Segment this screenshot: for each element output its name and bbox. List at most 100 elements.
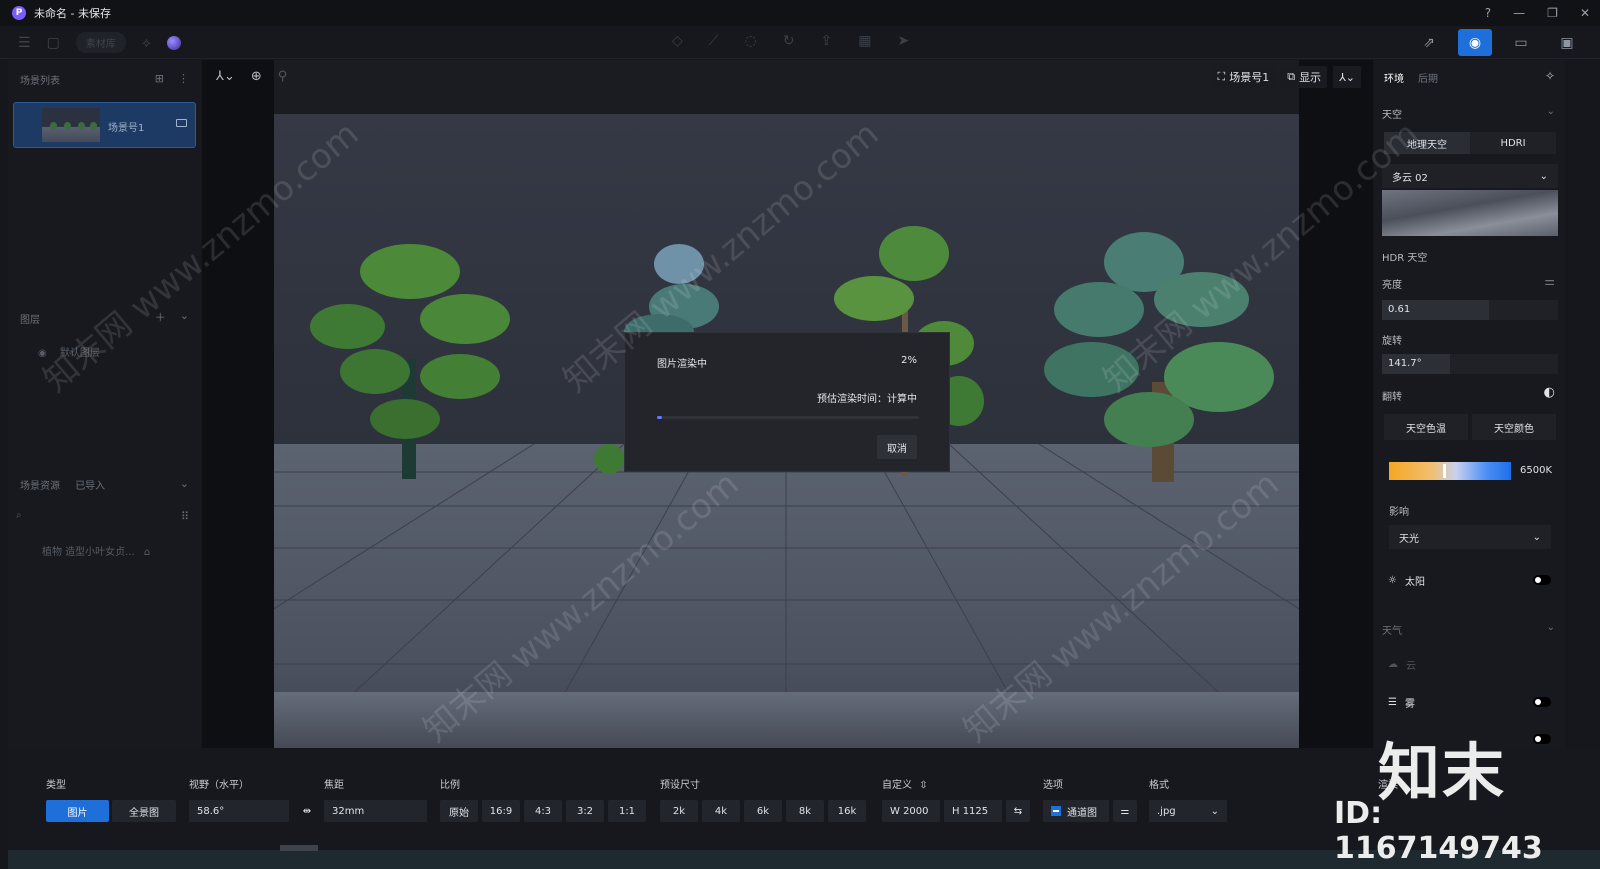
dialog-title: 图片渲染中 [657,359,707,370]
custom-size-text: 自定义 [882,780,912,791]
window-title: 未命名 - 未保存 [34,7,111,20]
rotate-icon[interactable]: ↻ [783,33,795,49]
pin-icon[interactable]: ◇ [672,33,683,49]
weather-extra-toggle[interactable] [1533,734,1551,744]
contrast-icon[interactable]: ◐ [1544,385,1555,400]
help-icon[interactable]: ? [1485,6,1491,20]
options-settings-icon[interactable]: ⚌ [1113,800,1137,822]
snap-icon[interactable]: ⟡ [142,35,151,51]
lasso-icon[interactable]: ◌ [745,33,757,49]
axis-icon[interactable]: ⅄⌄ [216,69,235,84]
export-icon[interactable]: ⇗ [1412,29,1446,56]
file-icon[interactable]: ▢ [47,35,60,51]
scene-card[interactable]: 场景号1 [13,102,196,148]
material-library-button[interactable]: 素材库 [75,32,126,53]
chevron-down-icon[interactable]: ⌄ [180,309,189,325]
add-layer-icon[interactable]: ＋ [155,309,166,325]
import-icon[interactable]: ⇪ [821,33,833,49]
sun-toggle[interactable] [1533,575,1551,585]
eyedropper-icon[interactable]: ⚲ [278,69,288,84]
ratio-label: 比例 [440,780,460,791]
channel-label: 通道图 [1067,807,1097,819]
preset-16k-button[interactable]: 16k [828,800,866,822]
restore-icon[interactable]: ❐ [1547,6,1558,20]
scene-camera-button[interactable]: ⛶ 场景号1 [1211,66,1276,88]
brightness-slider[interactable]: 0.61 [1382,300,1558,320]
ratio-original-button[interactable]: 原始 [440,800,478,822]
sky-preview-thumbnail[interactable] [1382,190,1558,236]
minimize-icon[interactable]: — [1513,6,1525,20]
color-temperature-slider[interactable] [1389,462,1511,480]
ratio-1-1-button[interactable]: 1:1 [608,800,646,822]
format-select[interactable]: .jpg ⌄ [1149,800,1227,822]
temperature-handle[interactable] [1443,464,1446,478]
main-toolbar: ☰ ▢ 素材库 ⟡ ◇ ⟋ ◌ ↻ ⇪ ▦ ➤ ⇗ ◉ ▭ ▣ [0,26,1600,59]
height-input[interactable]: H 1125 [944,800,1002,822]
channel-checkbox[interactable]: 通道图 [1043,800,1109,822]
sparkle-icon[interactable]: ✧ [1545,69,1555,83]
close-icon[interactable]: ✕ [1580,6,1590,20]
preset-6k-button[interactable]: 6k [744,800,782,822]
focal-length-input[interactable]: 32mm [324,800,427,822]
right-panel: 环境 后期 ✧ 天空 ⌄ 地理天空 HDRI 多云 02 ⌄ HDR 天空 亮度… [1374,60,1565,750]
fov-link-icon[interactable]: ⇹ [295,800,319,822]
video-icon[interactable]: ▭ [1504,29,1538,56]
preset-4k-button[interactable]: 4k [702,800,740,822]
grid-icon[interactable]: ▦ [858,33,871,49]
sky-mode-geo[interactable]: 地理天空 [1384,132,1470,154]
camera-icon[interactable] [176,119,187,127]
sky-preset-select[interactable]: 多云 02 ⌄ [1382,164,1558,188]
info-icon[interactable]: ⇳ [919,780,927,791]
ratio-4-3-button[interactable]: 4:3 [524,800,562,822]
ratio-3-2-button[interactable]: 3:2 [566,800,604,822]
lock-icon[interactable]: ⌂ [144,547,150,558]
checkbox-icon[interactable] [1051,806,1061,816]
ratio-16-9-button[interactable]: 16:9 [482,800,520,822]
sky-temperature-button[interactable]: 天空色温 [1384,414,1468,440]
pointer-icon[interactable]: ➤ [898,33,910,49]
grid-view-icon[interactable]: ⠿ [181,510,189,523]
window-controls: ? — ❐ ✕ [1485,0,1590,26]
influence-select[interactable]: 天光 ⌄ [1389,525,1551,549]
camera-icon[interactable]: ◉ [1458,29,1492,56]
tab-post[interactable]: 后期 [1418,70,1438,85]
fog-toggle[interactable] [1533,697,1551,707]
more-icon[interactable]: ⋮ [178,72,189,85]
display-button[interactable]: ⧉ 显示 [1281,66,1328,88]
chevron-down-icon[interactable]: ⌄ [1547,106,1555,117]
path-icon[interactable]: ⟋ [709,33,719,49]
fog-row: ☰ 雾 [1382,688,1558,716]
fov-input[interactable]: 58.6° [189,800,289,822]
preset-8k-button[interactable]: 8k [786,800,824,822]
adjust-icon[interactable]: ⚌ [1544,274,1555,288]
assets-subtitle[interactable]: 已导入 [75,481,105,492]
eye-icon[interactable]: ◉ [38,348,47,359]
gallery-icon[interactable]: ▣ [1550,29,1584,56]
sky-section-title: 天空 [1382,110,1402,121]
horizontal-scrollbar[interactable] [280,845,318,851]
width-input[interactable]: W 2000 [882,800,940,822]
type-image-button[interactable]: 图片 [46,800,109,822]
view-mode-button[interactable]: ⅄⌄ [1333,66,1361,88]
assets-search-input[interactable]: ⌕ [16,510,166,526]
chevron-down-icon[interactable]: ⌄ [1547,622,1555,633]
rotation-slider[interactable]: 141.7° [1382,354,1558,374]
menu-icon[interactable]: ☰ [18,35,31,51]
3d-viewport[interactable]: ⅄⌄ ⊕ ⚲ ⛶ 场景号1 ⧉ 显示 ⅄⌄ 图片渲染中 2% 预估渲染时间：计算… [202,60,1373,748]
cancel-button[interactable]: 取消 [877,435,917,459]
scene-camera-label: 场景号1 [1229,71,1270,84]
filter-icon[interactable]: ⌄ [180,477,189,490]
layer-item[interactable]: ◉ 默认图层 [38,344,100,359]
fog-label: 雾 [1404,698,1415,710]
assistant-orb-icon[interactable] [167,35,182,50]
preset-2k-button[interactable]: 2k [660,800,698,822]
asset-item[interactable]: 植物 造型小叶女贞... ⌂ [42,543,150,558]
globe-icon[interactable]: ⊕ [251,69,262,84]
sky-color-button[interactable]: 天空颜色 [1472,414,1556,440]
sky-mode-hdri[interactable]: HDRI [1470,132,1556,154]
type-panorama-button[interactable]: 全景图 [112,800,176,822]
add-scene-icon[interactable]: ⊞ [155,72,164,85]
swap-dimensions-icon[interactable]: ⇆ [1006,800,1030,822]
tab-environment[interactable]: 环境 [1384,70,1404,85]
temperature-value: 6500K [1520,465,1553,476]
